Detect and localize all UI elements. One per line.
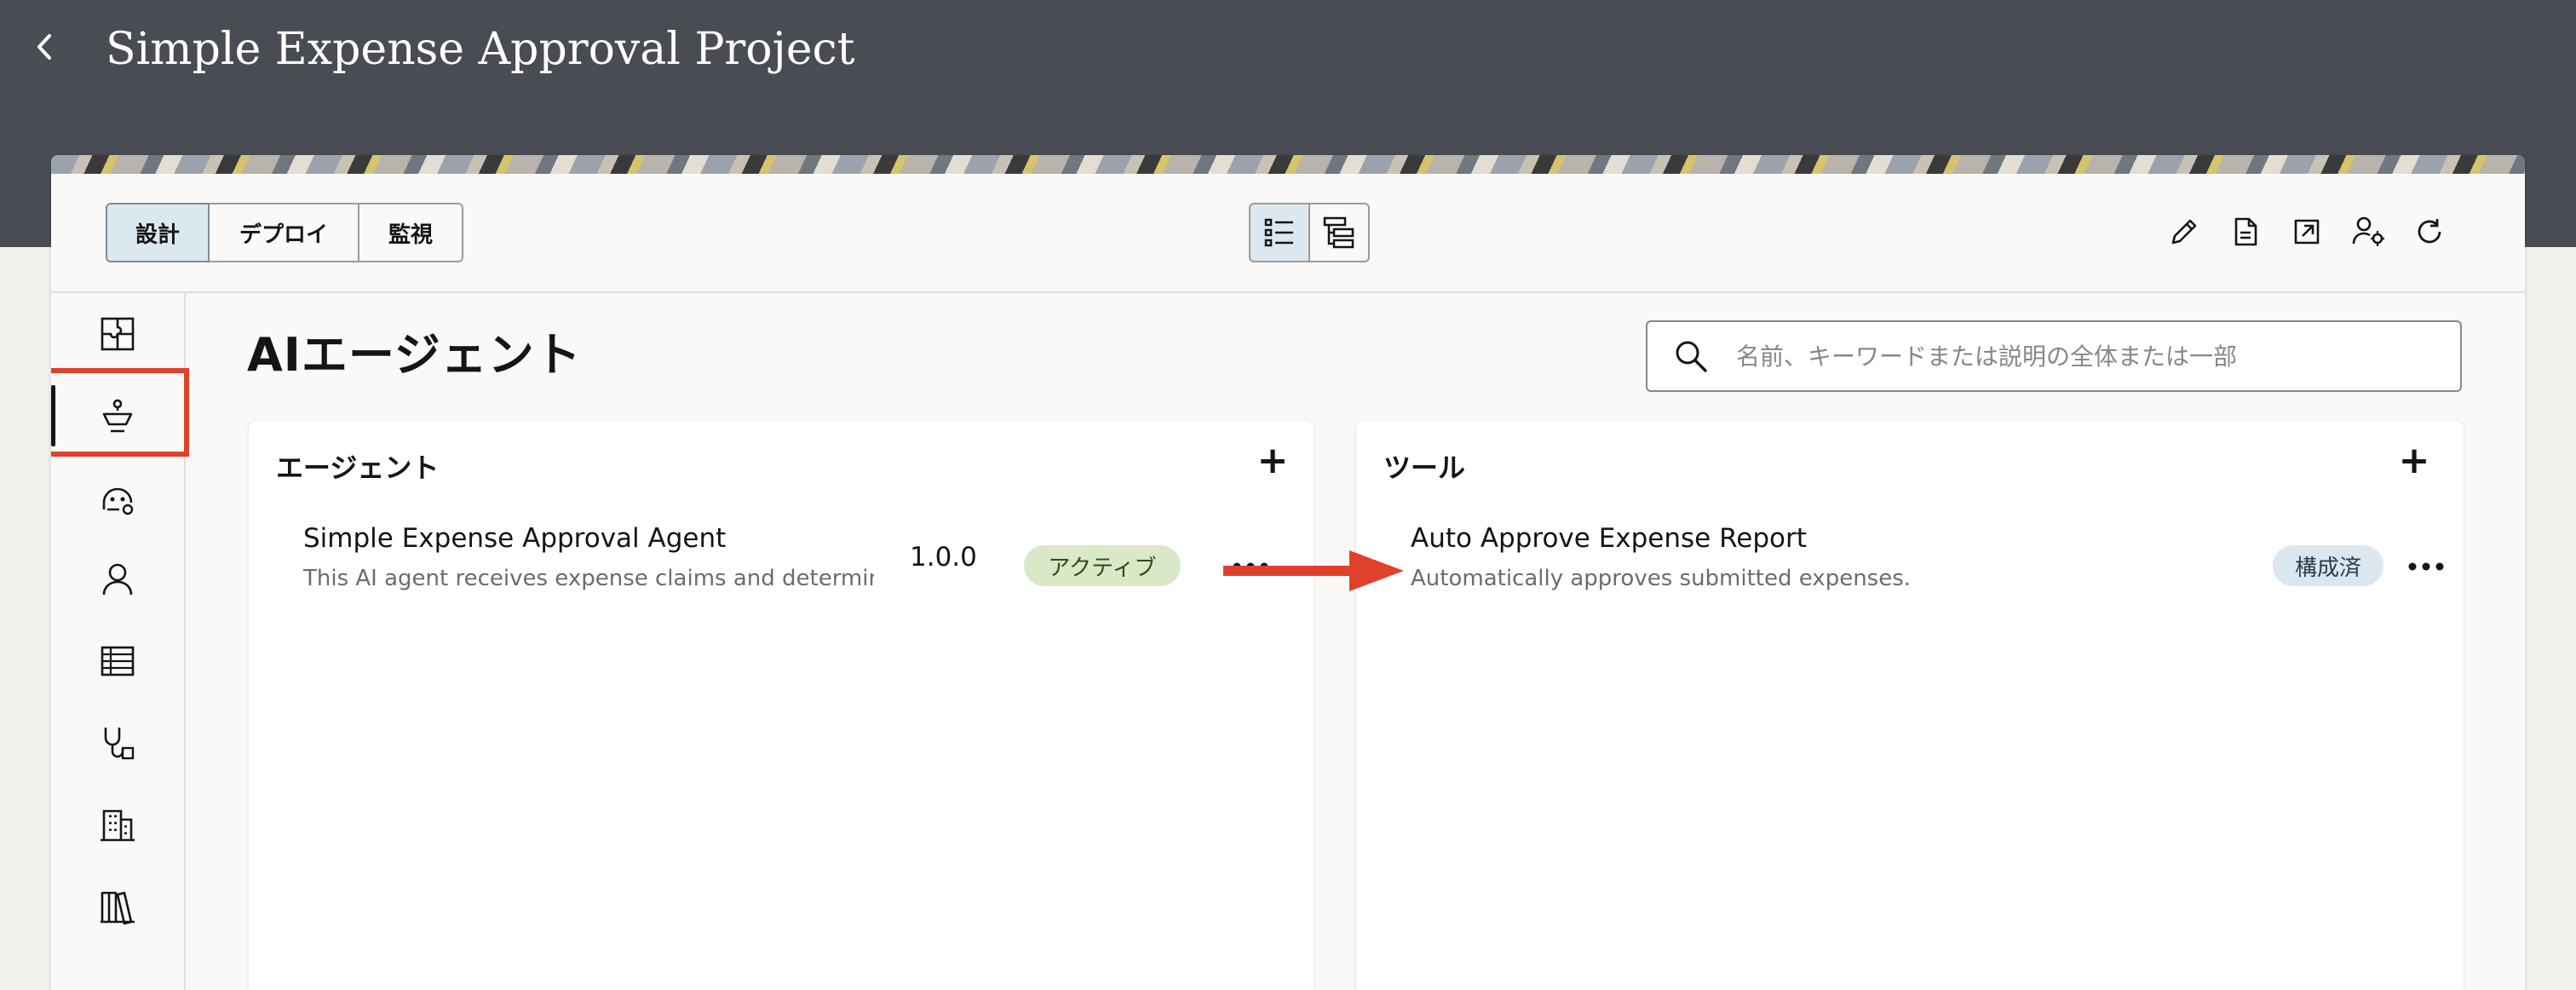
tool-description: Automatically approves submitted expense…	[1411, 566, 1912, 591]
status-badge: 構成済	[2273, 545, 2383, 586]
user-settings-button[interactable]	[2348, 211, 2389, 252]
agent-version: 1.0.0	[910, 542, 977, 573]
robot-settings-icon	[102, 487, 134, 515]
refresh-icon	[2418, 219, 2441, 244]
edit-button[interactable]	[2164, 211, 2205, 252]
agent-row[interactable]: Simple Expense Approval Agent This AI ag…	[249, 523, 1314, 600]
highlight-annotation	[51, 368, 189, 457]
document-button[interactable]	[2225, 211, 2266, 252]
sidebar-item-agent-settings[interactable]	[51, 457, 184, 538]
tool-row[interactable]: Auto Approve Expense Report Automaticall…	[1356, 523, 2464, 600]
search-input[interactable]	[1734, 341, 2436, 371]
tools-card-title: ツール	[1383, 452, 1466, 484]
tools-card: ツール + Auto Approve Expense Report Automa…	[1356, 421, 2464, 990]
stethoscope-icon	[104, 728, 135, 760]
sidebar-item-integrations[interactable]	[51, 293, 184, 375]
agents-card: エージェント + Simple Expense Approval Agent T…	[249, 421, 1314, 990]
tool-name[interactable]: Auto Approve Expense Report	[1411, 523, 1807, 554]
add-tool-button[interactable]: +	[2392, 438, 2436, 482]
edit-icon	[2171, 219, 2197, 245]
puzzle-icon	[101, 317, 135, 351]
tree-view-icon	[1323, 216, 1354, 249]
tab-monitor[interactable]: 監視	[359, 203, 463, 262]
sidebar-item-organization[interactable]	[51, 784, 184, 866]
add-agent-button[interactable]: +	[1251, 438, 1295, 482]
building-icon	[101, 809, 135, 842]
table-icon	[101, 646, 135, 676]
decorative-banner	[51, 155, 2525, 174]
list-view-button[interactable]	[1249, 203, 1310, 262]
agent-name[interactable]: Simple Expense Approval Agent	[303, 523, 726, 554]
tab-deploy[interactable]: デプロイ	[210, 203, 359, 262]
sidebar-item-tables[interactable]	[51, 620, 184, 702]
user-icon	[102, 563, 133, 596]
sidebar-item-users[interactable]	[51, 538, 184, 620]
list-view-icon	[1264, 218, 1293, 247]
view-toggle	[1249, 203, 1370, 262]
user-settings-icon	[2352, 216, 2384, 246]
tool-more-button[interactable]	[2401, 545, 2452, 588]
toolbar-divider	[51, 291, 2525, 293]
refresh-button[interactable]	[2409, 211, 2450, 252]
chevron-left-icon	[37, 34, 51, 60]
open-external-button[interactable]	[2286, 211, 2327, 252]
document-icon	[2234, 217, 2257, 246]
library-icon	[101, 891, 135, 925]
more-horizontal-icon	[2408, 562, 2444, 571]
search-box	[1646, 320, 2462, 392]
back-button[interactable]	[26, 26, 63, 68]
sidebar-item-health[interactable]	[51, 702, 184, 784]
sidebar-item-library[interactable]	[51, 866, 184, 947]
mode-tabs: 設計 デプロイ 監視	[106, 203, 463, 262]
sidebar	[51, 293, 189, 990]
annotation-arrow	[1223, 550, 1404, 591]
section-title: AIエージェント	[247, 328, 582, 382]
tab-design[interactable]: 設計	[106, 203, 210, 262]
agent-description: This AI agent receives expense claims an…	[303, 566, 874, 591]
toolbar-actions	[2164, 211, 2450, 252]
tree-view-button[interactable]	[1310, 203, 1370, 262]
agents-card-title: エージェント	[276, 452, 440, 484]
page-title: Simple Expense Approval Project	[106, 24, 855, 75]
open-external-icon	[2294, 219, 2320, 245]
status-badge: アクティブ	[1024, 545, 1181, 586]
search-icon	[1670, 335, 1712, 377]
